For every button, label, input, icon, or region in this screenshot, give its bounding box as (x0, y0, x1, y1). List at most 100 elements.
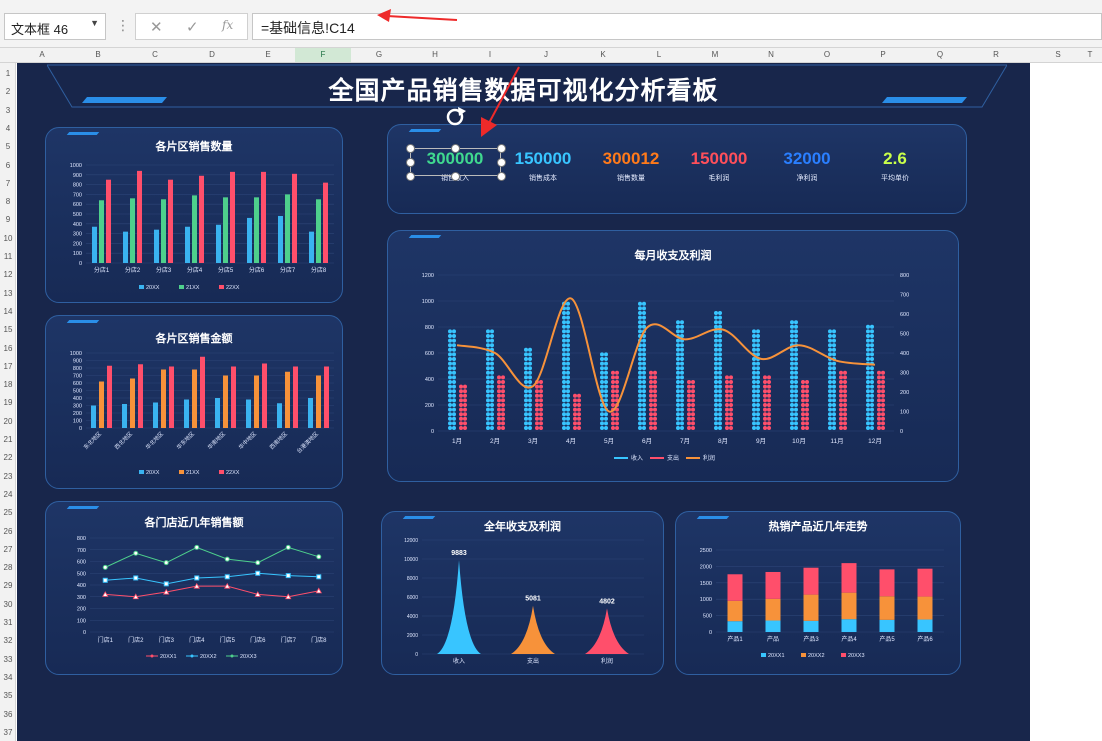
bar-dot (524, 426, 528, 430)
row-header[interactable]: 29 (0, 581, 16, 590)
row-header[interactable]: 37 (0, 728, 16, 737)
row-header[interactable]: 9 (0, 215, 16, 224)
column-header[interactable]: P (873, 50, 893, 59)
column-header[interactable]: Q (930, 50, 950, 59)
resize-handle[interactable] (451, 144, 460, 153)
bar-dot (828, 329, 832, 334)
enter-icon[interactable]: ✓ (186, 18, 199, 36)
bar-dot (638, 306, 642, 311)
bar-dot (680, 393, 684, 398)
column-header[interactable]: L (649, 50, 669, 59)
column-header[interactable]: A (32, 50, 52, 59)
row-header[interactable]: 35 (0, 691, 16, 700)
row-header[interactable]: 22 (0, 453, 16, 462)
resize-handle[interactable] (406, 172, 415, 181)
row-header[interactable]: 24 (0, 490, 16, 499)
row-header[interactable]: 11 (0, 252, 16, 261)
row-header[interactable]: 12 (0, 270, 16, 279)
row-header[interactable]: 15 (0, 325, 16, 334)
bar-dot (828, 403, 832, 407)
row-header[interactable]: 23 (0, 472, 16, 481)
row-header[interactable]: 6 (0, 161, 16, 170)
row-header[interactable]: 3 (0, 106, 16, 115)
dotted-bar (524, 347, 532, 430)
bar-dot (452, 352, 456, 357)
column-header[interactable]: I (480, 50, 500, 59)
function-icon[interactable]: fx (222, 18, 233, 32)
bar-dot (752, 393, 756, 398)
column-header[interactable]: J (536, 50, 556, 59)
kpi-label: 销售数量 (617, 175, 645, 182)
row-header[interactable]: 8 (0, 197, 16, 206)
bar-dot (615, 416, 619, 421)
row-header[interactable]: 36 (0, 710, 16, 719)
bar-dot (676, 416, 680, 421)
row-header[interactable]: 1 (0, 69, 16, 78)
bar-dot (870, 366, 874, 371)
column-header[interactable]: T (1080, 50, 1100, 59)
bar-dot (676, 352, 680, 357)
row-header[interactable]: 30 (0, 600, 16, 609)
bar-dot (756, 380, 760, 384)
bar-dot (452, 421, 456, 426)
row-header[interactable]: 17 (0, 362, 16, 371)
column-header[interactable]: F (295, 48, 351, 62)
y-tick-label: 6000 (407, 595, 418, 601)
bar-dot (877, 398, 881, 403)
row-header[interactable]: 2 (0, 87, 16, 96)
bar-dot (794, 347, 798, 352)
cancel-icon[interactable]: ✕ (150, 18, 163, 36)
bar-dot (611, 380, 615, 384)
row-header[interactable]: 28 (0, 563, 16, 572)
bar-dot (828, 407, 832, 412)
row-header[interactable]: 14 (0, 307, 16, 316)
bar-dot (600, 366, 604, 371)
row-header[interactable]: 33 (0, 655, 16, 664)
bar-dot (638, 366, 642, 371)
row-header[interactable]: 20 (0, 417, 16, 426)
row-header[interactable]: 32 (0, 636, 16, 645)
column-header[interactable]: R (986, 50, 1006, 59)
bar-dot (839, 370, 843, 375)
bar-dot (752, 398, 756, 403)
bar-dot (763, 421, 767, 426)
row-header[interactable]: 10 (0, 234, 16, 243)
row-header[interactable]: 27 (0, 545, 16, 554)
row-header[interactable]: 18 (0, 380, 16, 389)
y-tick-label: 1000 (700, 597, 712, 603)
chevron-down-icon[interactable]: ▼ (90, 18, 99, 28)
column-header[interactable]: C (145, 50, 165, 59)
resize-handle[interactable] (451, 172, 460, 181)
column-header[interactable]: O (817, 50, 837, 59)
row-header[interactable]: 19 (0, 398, 16, 407)
row-header[interactable]: 7 (0, 179, 16, 188)
bar-dot (767, 398, 771, 403)
resize-handle[interactable] (497, 172, 506, 181)
row-header[interactable]: 25 (0, 508, 16, 517)
resize-handle[interactable] (406, 144, 415, 153)
row-header[interactable]: 21 (0, 435, 16, 444)
row-header[interactable]: 34 (0, 673, 16, 682)
y-tick-label: 600 (73, 381, 82, 387)
column-header[interactable]: B (88, 50, 108, 59)
column-header[interactable]: K (593, 50, 613, 59)
column-header[interactable]: H (425, 50, 445, 59)
row-header[interactable]: 5 (0, 142, 16, 151)
row-header[interactable]: 4 (0, 124, 16, 133)
bar-dot (790, 370, 794, 375)
name-box[interactable]: 文本框 46 ▼ (4, 13, 106, 40)
resize-handle[interactable] (497, 144, 506, 153)
resize-handle[interactable] (406, 158, 415, 167)
column-header[interactable]: N (761, 50, 781, 59)
resize-handle[interactable] (497, 158, 506, 167)
row-header[interactable]: 16 (0, 344, 16, 353)
column-header[interactable]: S (1048, 50, 1068, 59)
column-header[interactable]: D (202, 50, 222, 59)
row-header[interactable]: 13 (0, 289, 16, 298)
row-header[interactable]: 31 (0, 618, 16, 627)
column-header[interactable]: E (258, 50, 278, 59)
column-header[interactable]: G (369, 50, 389, 59)
bar-dot (729, 426, 733, 430)
row-header[interactable]: 26 (0, 527, 16, 536)
column-header[interactable]: M (705, 50, 725, 59)
